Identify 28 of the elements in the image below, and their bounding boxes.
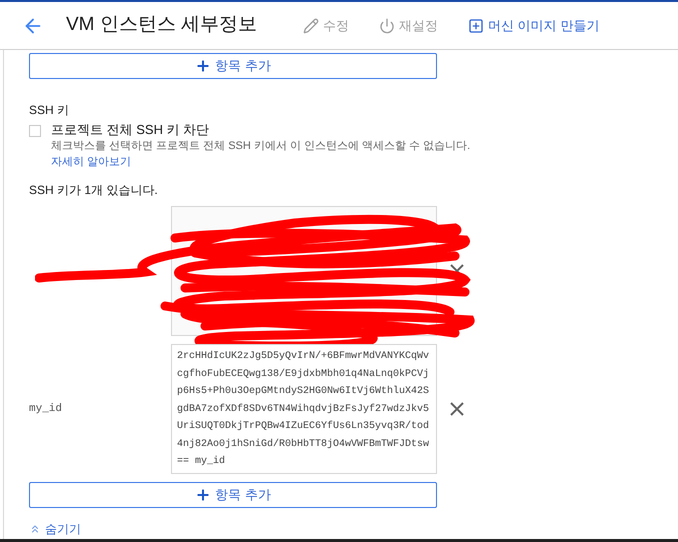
section-heading: SSH 키 [29,102,70,119]
description-text: 체크박스를 선택하면 프로젝트 전체 SSH 키에서 이 인스턴스에 액세스할 수 없습니다. [51,139,470,154]
close-icon [450,402,464,416]
power-icon [379,18,396,34]
add-item-button[interactable]: 항목 추가 [29,482,437,508]
key-textarea[interactable] [171,344,437,474]
plus-square-icon [468,18,484,34]
key-text-line: UriSUQT0DkjTrPQBw4IZuEC6YfUs6Ln35yvq3R/tod [177,420,430,434]
key-text-line: 4nj82Ao0j1hSniGd/R0bHbTT8jO4wVWFBmTWFJDtsw [177,438,430,452]
key-text-line: p6Hs5+Ph0u3OepGMtndyS2HG0Nw6ItVj6WthluX42S [177,384,430,399]
plus-icon [195,487,212,503]
hide-link[interactable]: 숨기기 [29,520,81,538]
checkbox[interactable] [29,125,41,137]
add-item-button[interactable]: 항목 추가 [29,53,437,79]
plus-icon [195,58,212,74]
key-text-line: == my_id [177,454,226,469]
key-text-line: cgfhoFubECEQwg138/E9jdxbMbh01q4NaLnq0kPCVj [177,368,430,382]
checkbox-label: 프로젝트 전체 SSH 키 차단 [51,122,210,138]
remove-button[interactable] [450,402,464,416]
chevron-up-icon [29,523,41,535]
key-text-line: gdBA7zofXDf8SDv6TN4WihqdvjBzFsJyf27wdzJkv5 [177,402,430,416]
key-text-line: 2rcHHdIcUK2zJg5D5yQvIrN/+6BFmwrMdVANYKCqWv [177,350,430,364]
learn-more-link[interactable]: 자세히 알아보기 [51,154,470,170]
pencil-icon [303,18,320,34]
page-title: VM 인스턴스 세부정보 [66,13,258,38]
create-button[interactable]: 머신 이미지 만들기 [468,16,600,36]
key-count-text: SSH 키가 1개 있습니다. [29,182,159,198]
key-label: my_id [29,402,64,417]
